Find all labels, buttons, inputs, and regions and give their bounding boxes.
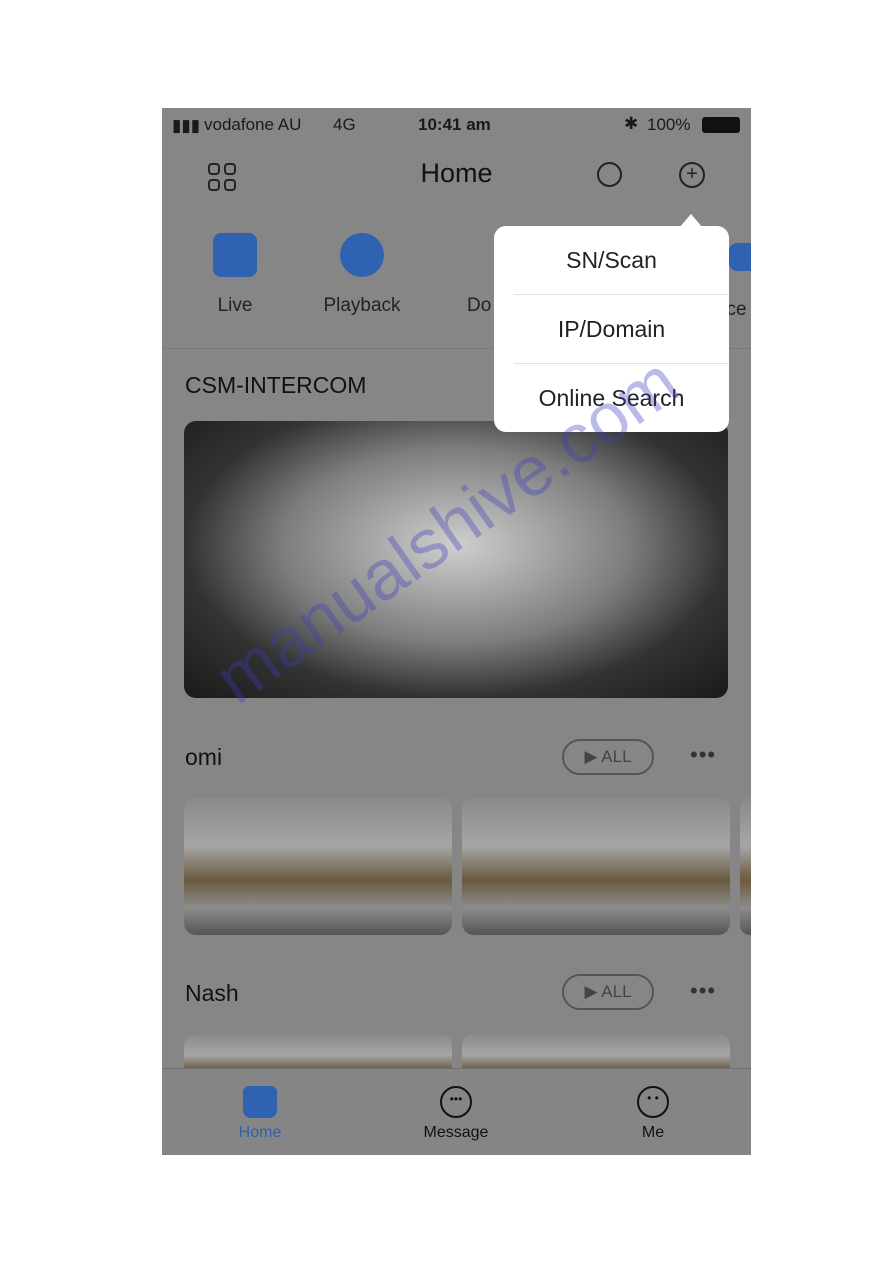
- tab-label: Home: [238, 1124, 282, 1141]
- play-all-label: ALL: [601, 982, 632, 1001]
- playback-icon: [340, 233, 384, 277]
- quick-action-label: Do: [467, 295, 492, 316]
- device-name: Nash: [185, 980, 239, 1006]
- play-all-button[interactable]: ▶ ALL: [562, 974, 654, 1010]
- home-icon: [243, 1086, 277, 1118]
- battery-icon: [702, 117, 740, 133]
- camera-thumbnail[interactable]: [462, 798, 730, 935]
- clock: 10:41 am: [418, 115, 491, 134]
- me-icon: • •: [637, 1086, 669, 1118]
- quick-action-label: Live: [217, 295, 253, 316]
- signal-icon: ▮▮▮: [172, 116, 201, 135]
- play-all-button[interactable]: ▶ ALL: [562, 739, 654, 775]
- quick-action-live[interactable]: Live: [175, 233, 295, 317]
- tab-label: Me: [641, 1124, 665, 1141]
- add-circle-icon[interactable]: +: [679, 162, 705, 188]
- menu-item-sn-scan[interactable]: SN/Scan: [514, 226, 729, 295]
- quick-action-playback[interactable]: Playback: [302, 233, 422, 317]
- message-icon: •••: [440, 1086, 472, 1118]
- quick-action-door[interactable]: Do: [427, 233, 541, 317]
- tab-message[interactable]: ••• Message: [358, 1069, 554, 1142]
- tab-home[interactable]: Home: [162, 1069, 358, 1142]
- access-icon: [729, 243, 751, 271]
- status-bar: ▮▮▮ vodafone AU 4G 10:41 am ✱ 100%: [162, 108, 751, 142]
- camera-thumbnail[interactable]: [184, 798, 452, 935]
- dome-camera-icon: [213, 233, 257, 277]
- battery-percent: 100%: [647, 115, 691, 134]
- quick-action-label: Playback: [323, 295, 401, 316]
- search-icon[interactable]: [597, 162, 622, 187]
- camera-thumbnail[interactable]: [740, 798, 751, 935]
- more-icon[interactable]: •••: [690, 742, 716, 768]
- network: 4G: [333, 115, 356, 134]
- more-icon[interactable]: •••: [690, 978, 716, 1004]
- carrier: vodafone AU: [204, 115, 302, 134]
- device-name: CSM-INTERCOM: [185, 372, 367, 398]
- play-all-label: ALL: [601, 747, 632, 766]
- tab-bar: Home ••• Message • • Me: [162, 1068, 751, 1155]
- menu-pointer: [679, 214, 703, 228]
- tab-me[interactable]: • • Me: [555, 1069, 751, 1142]
- page-title: Home: [420, 158, 493, 188]
- tab-label: Message: [423, 1124, 489, 1141]
- bluetooth-icon: ✱: [624, 114, 639, 133]
